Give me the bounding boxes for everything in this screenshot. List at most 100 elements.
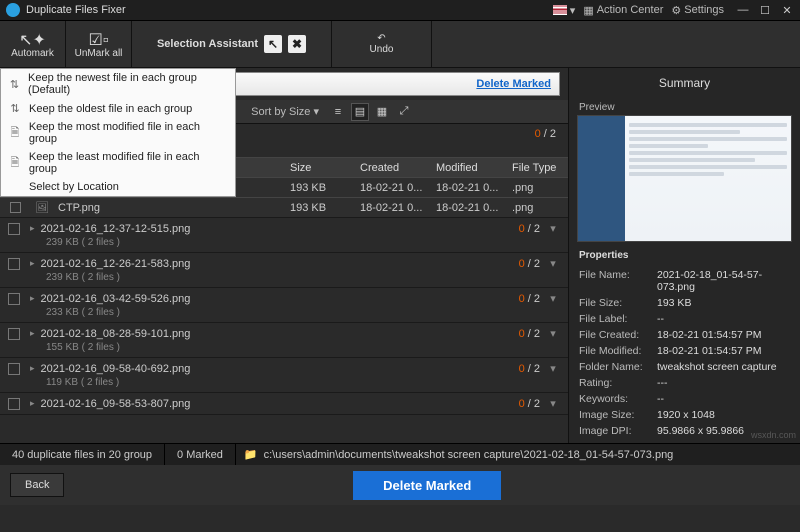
toolbar: ↖✦ Automark ☑▫ UnMark all Selection Assi… [0,21,800,68]
row-checkbox[interactable] [10,202,21,213]
group-header[interactable]: ▸ 2021-02-16_03-42-59-526.png 0 / 2 ▾ [0,288,568,309]
action-center-link[interactable]: ▦ Action Center [583,4,663,17]
group-checkbox[interactable] [8,293,20,305]
settings-link[interactable]: ⚙ Settings [671,4,724,17]
undo-icon: ↶ [377,33,385,44]
col-created[interactable]: Created [360,162,436,174]
property-key: Image Size: [579,409,657,421]
group-header[interactable]: ▸ 2021-02-16_12-37-12-515.png 0 / 2 ▾ [0,218,568,239]
dropdown-item-location[interactable]: Select by Location [1,178,235,196]
group: ▸ 2021-02-16_03-42-59-526.png 0 / 2 ▾ 23… [0,288,568,323]
group-header[interactable]: ▸ 2021-02-16_09-58-53-807.png 0 / 2 ▾ [0,393,568,414]
group: ▸ 2021-02-16_12-37-12-515.png 0 / 2 ▾ 23… [0,218,568,253]
status-path: 📁c:\users\admin\documents\tweakshot scre… [236,448,800,461]
selection-arrow-icon[interactable]: ↖ [264,35,282,53]
preview-thumbnail[interactable] [577,115,792,242]
property-key: Keywords: [579,393,657,405]
property-key: Rating: [579,377,657,389]
chevron-right-icon: ▸ [30,363,35,374]
back-button[interactable]: Back [10,473,64,497]
app-title: Duplicate Files Fixer [26,4,126,16]
folder-icon: 📁 [244,448,258,461]
chevron-down-icon[interactable]: ▾ [546,222,560,235]
group-checkbox[interactable] [8,398,20,410]
group-name: 2021-02-16_09-58-40-692.png [41,363,519,375]
group-count: 0 / 2 [519,258,540,270]
selection-assistant: Selection Assistant ↖ ✖ [132,21,332,67]
property-row: File Size:193 KB [579,295,790,311]
maximize-button[interactable]: ☐ [758,4,772,17]
summary-panel: Summary Preview Properties File Name:202… [568,68,800,443]
selection-assistant-label: Selection Assistant [157,38,258,50]
group-count: 0 / 2 [519,363,540,375]
doc-icon: 🗎 [7,124,23,143]
chevron-down-icon[interactable]: ▾ [546,257,560,270]
selection-tools-icon[interactable]: ✖ [288,35,306,53]
col-size[interactable]: Size [290,162,360,174]
group-checkbox[interactable] [8,223,20,235]
group-header[interactable]: ▸ 2021-02-16_09-58-40-692.png 0 / 2 ▾ [0,358,568,379]
automark-dropdown[interactable]: ⇅Keep the newest file in each group (Def… [0,68,236,197]
delete-marked-link[interactable]: Delete Marked [476,78,551,90]
property-value: -- [657,313,790,325]
col-modified[interactable]: Modified [436,162,512,174]
automark-button[interactable]: ↖✦ Automark [0,21,66,67]
flag-icon [553,5,567,15]
chevron-right-icon: ▸ [30,223,35,234]
chevron-down-icon[interactable]: ▾ [546,397,560,410]
sort-by-dropdown[interactable]: Sort by Size ▾ [251,105,325,118]
chevron-down-icon[interactable]: ▾ [546,362,560,375]
group-name: 2021-02-18_08-28-59-101.png [41,328,519,340]
group: ▸ 2021-02-16_09-58-53-807.png 0 / 2 ▾ [0,393,568,415]
group-checkbox[interactable] [8,363,20,375]
property-key: File Size: [579,297,657,309]
properties-list: File Name:2021-02-18_01-54-57-073.pngFil… [569,263,800,443]
status-bar: 40 duplicate files in 20 group 0 Marked … [0,443,800,465]
property-key: File Created: [579,329,657,341]
group-count: 0 / 2 [519,398,540,410]
dropdown-item-most-modified[interactable]: 🗎Keep the most modified file in each gro… [1,118,235,148]
property-row: Image Size:1920 x 1048 [579,407,790,423]
group-header[interactable]: ▸ 2021-02-16_12-26-21-583.png 0 / 2 ▾ [0,253,568,274]
group-sub: 239 KB ( 2 files ) [0,272,568,287]
chevron-down-icon[interactable]: ▾ [546,292,560,305]
status-dupes: 40 duplicate files in 20 group [0,444,165,465]
results-pane: ⇅Keep the newest file in each group (Def… [0,68,568,443]
property-row: File Created:18-02-21 01:54:57 PM [579,327,790,343]
unmark-all-button[interactable]: ☑▫ UnMark all [66,21,132,67]
group-name: 2021-02-16_09-58-53-807.png [41,398,519,410]
property-row: Keywords:-- [579,391,790,407]
dropdown-item-least-modified[interactable]: 🗎Keep the least modified file in each gr… [1,148,235,178]
property-value: 193 KB [657,297,790,309]
view-detail-icon[interactable]: ▤ [351,103,369,121]
group-checkbox[interactable] [8,258,20,270]
dropdown-item-oldest[interactable]: ⇅Keep the oldest file in each group [1,99,235,118]
watermark: wsxdn.com [751,430,796,440]
language-flag[interactable]: ▾ [553,4,576,17]
view-grid-icon[interactable]: ▦ [373,103,391,121]
group: ▸ 2021-02-16_09-58-40-692.png 0 / 2 ▾ 11… [0,358,568,393]
group-count: 0 / 2 [519,223,540,235]
view-expand-icon[interactable]: ⤢ [395,103,413,121]
property-key: File Label: [579,313,657,325]
group-checkbox[interactable] [8,328,20,340]
property-key: File Modified: [579,345,657,357]
status-marked: 0 Marked [165,444,236,465]
dropdown-item-newest[interactable]: ⇅Keep the newest file in each group (Def… [1,69,235,99]
col-filetype[interactable]: File Type [512,162,568,174]
summary-title: Summary [569,68,800,98]
undo-button[interactable]: ↶ Undo [332,21,432,67]
group-name: 2021-02-16_12-26-21-583.png [41,258,519,270]
view-list-icon[interactable]: ≡ [329,103,347,121]
checkbox-clear-icon: ☑▫ [88,30,108,48]
property-value: tweakshot screen capture [657,361,790,373]
group-sub: 155 KB ( 2 files ) [0,342,568,357]
doc-icon: 🗎 [7,154,23,173]
property-row: File Name:2021-02-18_01-54-57-073.png [579,267,790,295]
minimize-button[interactable]: ― [736,4,750,16]
chevron-down-icon[interactable]: ▾ [546,327,560,340]
table-row[interactable]: 🖼 CTP.png 193 KB 18-02-21 0... 18-02-21 … [0,197,568,217]
close-button[interactable]: ✕ [780,4,794,17]
delete-marked-button[interactable]: Delete Marked [353,471,501,500]
group-header[interactable]: ▸ 2021-02-18_08-28-59-101.png 0 / 2 ▾ [0,323,568,344]
